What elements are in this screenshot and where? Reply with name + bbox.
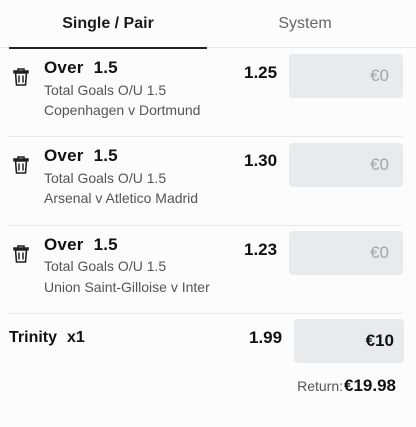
selection-name: Over 1.5 [44,235,118,254]
odds-value: 1.25 [244,63,278,82]
event-name: Union Saint-Gilloise v Inter [44,279,210,295]
trash-icon[interactable] [13,156,29,174]
odds-value: 1.30 [244,151,278,170]
tab-system[interactable]: System [207,0,403,48]
system-stake-input[interactable]: €10 [294,319,404,363]
event-name: Arsenal v Atletico Madrid [44,190,199,206]
stake-input[interactable] [289,231,403,275]
return-amount: €19.98 [344,376,396,395]
market-name: Total Goals O/U 1.5 [44,258,167,274]
system-odds: 1.99 [249,328,283,347]
market-name: Total Goals O/U 1.5 [44,82,167,98]
potential-return: Return:€19.98 [297,376,396,396]
stake-input[interactable] [289,54,403,98]
trash-icon[interactable] [13,245,29,263]
tab-single-pair[interactable]: Single / Pair [9,0,207,49]
return-label: Return: [297,378,343,394]
divider [9,225,403,226]
stake-input[interactable] [289,143,403,187]
divider [9,136,403,137]
event-name: Copenhagen v Dortmund [44,102,201,118]
divider [9,313,403,314]
system-bet-label: Trinity x1 [9,329,85,346]
market-name: Total Goals O/U 1.5 [44,170,167,186]
bet-type-tabs: Single / Pair System [0,0,416,49]
selection-name: Over 1.5 [44,146,118,165]
selection-name: Over 1.5 [44,58,118,77]
trash-icon[interactable] [13,68,29,86]
odds-value: 1.23 [244,240,278,259]
